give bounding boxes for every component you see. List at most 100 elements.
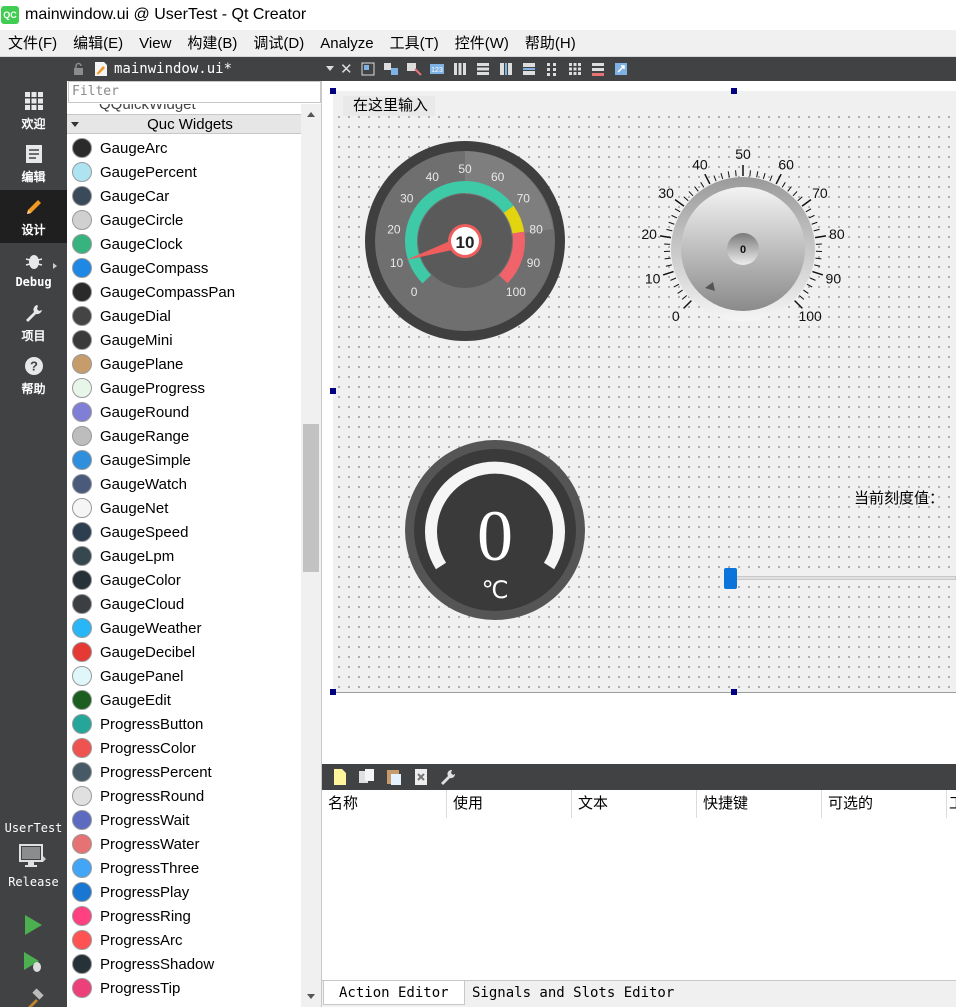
mode-debug[interactable]: Debug <box>0 243 67 296</box>
widget-filter-input[interactable]: Filter <box>68 81 321 103</box>
mode-design[interactable]: 设计 <box>0 190 67 243</box>
mode-help[interactable]: ? 帮助 <box>0 349 67 402</box>
widget-item[interactable]: ProgressArc <box>67 928 301 952</box>
selection-handle[interactable] <box>330 88 336 94</box>
widget-item[interactable]: GaugeClock <box>67 232 301 256</box>
edit-buddies-icon[interactable] <box>406 61 422 77</box>
layout-vertical-icon[interactable] <box>475 61 491 77</box>
unlock-icon[interactable] <box>72 62 86 76</box>
widget-item[interactable]: GaugeWatch <box>67 472 301 496</box>
widget-category-quc[interactable]: Quc Widgets <box>67 114 301 134</box>
close-document-icon[interactable]: ✕ <box>340 60 353 78</box>
paste-action-icon[interactable] <box>385 768 403 786</box>
gauge-knob-widget[interactable]: 0 10 20 30 40 50 60 70 80 90 100 0 <box>633 149 853 325</box>
gauge-arc-widget[interactable]: 0 10 20 30 40 50 60 70 80 90 100 10 <box>363 139 567 343</box>
widget-item[interactable]: ProgressWater <box>67 832 301 856</box>
document-dropdown-icon[interactable] <box>326 66 334 71</box>
new-action-icon[interactable] <box>331 768 349 786</box>
widget-item[interactable]: GaugeColor <box>67 568 301 592</box>
menu-view[interactable]: View <box>131 30 179 57</box>
action-table-body[interactable] <box>322 818 956 980</box>
monitor-icon[interactable] <box>18 842 46 870</box>
widget-item[interactable]: ProgressThree <box>67 856 301 880</box>
widget-item[interactable]: GaugeCircle <box>67 208 301 232</box>
widget-item[interactable]: GaugeCloud <box>67 592 301 616</box>
widget-item[interactable]: GaugePlane <box>67 352 301 376</box>
column-shortcut[interactable]: 快捷键 <box>697 790 822 818</box>
selection-handle[interactable] <box>731 88 737 94</box>
widget-item[interactable]: GaugeEdit <box>67 688 301 712</box>
run-icon[interactable] <box>20 912 46 938</box>
delete-action-icon[interactable] <box>412 768 430 786</box>
widget-item[interactable]: ProgressWait <box>67 808 301 832</box>
widget-item[interactable]: GaugeNet <box>67 496 301 520</box>
column-name[interactable]: 名称 <box>322 790 447 818</box>
layout-form-icon[interactable] <box>544 61 560 77</box>
mode-projects[interactable]: 项目 <box>0 296 67 349</box>
layout-horizontal-icon[interactable] <box>452 61 468 77</box>
widget-item[interactable]: GaugeWeather <box>67 616 301 640</box>
widget-item[interactable]: ProgressRing <box>67 904 301 928</box>
widget-item[interactable]: ProgressButton <box>67 712 301 736</box>
widget-item[interactable]: GaugeDecibel <box>67 640 301 664</box>
widget-item[interactable]: GaugeLpm <box>67 544 301 568</box>
menu-help[interactable]: 帮助(H) <box>517 30 584 57</box>
widget-item[interactable]: ProgressPlay <box>67 880 301 904</box>
widget-item[interactable]: ProgressRound <box>67 784 301 808</box>
layout-splitter-v-icon[interactable] <box>521 61 537 77</box>
column-used[interactable]: 使用 <box>447 790 572 818</box>
widget-item[interactable]: ProgressShadow <box>67 952 301 976</box>
widget-item[interactable]: GaugeProgress <box>67 376 301 400</box>
widget-item[interactable]: GaugeDial <box>67 304 301 328</box>
widget-item[interactable]: GaugePanel <box>67 664 301 688</box>
debug-run-icon[interactable] <box>20 949 46 975</box>
menu-build[interactable]: 构建(B) <box>179 30 245 57</box>
menu-analyze[interactable]: Analyze <box>312 30 381 57</box>
widget-item[interactable]: GaugeCompassPan <box>67 280 301 304</box>
tab-signals-slots-editor[interactable]: Signals and Slots Editor <box>457 981 689 1005</box>
break-layout-icon[interactable] <box>590 61 606 77</box>
widget-item[interactable]: ProgressTip <box>67 976 301 1000</box>
widget-item[interactable]: GaugeRound <box>67 400 301 424</box>
selection-handle[interactable] <box>731 689 737 695</box>
main-window-form[interactable]: 在这里输入 0 10 20 30 40 50 60 70 80 90 100 10 0 10 20 30 4… <box>333 91 956 693</box>
form-menu-type-here[interactable]: 在这里输入 <box>343 96 435 116</box>
edit-widgets-icon[interactable] <box>360 61 376 77</box>
menu-widgets[interactable]: 控件(W) <box>447 30 517 57</box>
widget-item[interactable]: GaugeMini <box>67 328 301 352</box>
value-slider[interactable] <box>728 576 956 580</box>
menu-debug[interactable]: 调试(D) <box>245 30 312 57</box>
column-checkable[interactable]: 可选的 <box>822 790 947 818</box>
gauge-temperature-widget[interactable]: 0 ℃ <box>403 438 587 622</box>
tab-action-editor[interactable]: Action Editor <box>323 981 465 1005</box>
scroll-down-icon[interactable] <box>307 994 315 999</box>
widget-item[interactable]: GaugeArc <box>67 136 301 160</box>
widget-item[interactable]: GaugeCompass <box>67 256 301 280</box>
widget-item[interactable]: GaugeSimple <box>67 448 301 472</box>
slider-handle[interactable] <box>724 568 737 589</box>
menu-file[interactable]: 文件(F) <box>0 30 65 57</box>
widget-item[interactable]: ProgressPercent <box>67 760 301 784</box>
menu-tools[interactable]: 工具(T) <box>382 30 447 57</box>
selection-handle[interactable] <box>330 388 336 394</box>
widget-item[interactable]: GaugeSpeed <box>67 520 301 544</box>
widget-item[interactable]: GaugePercent <box>67 160 301 184</box>
copy-action-icon[interactable] <box>358 768 376 786</box>
widget-item[interactable]: GaugeRange <box>67 424 301 448</box>
menu-edit[interactable]: 编辑(E) <box>65 30 131 57</box>
build-hammer-icon[interactable] <box>20 987 46 1007</box>
selection-handle[interactable] <box>330 689 336 695</box>
configure-icon[interactable] <box>439 768 457 786</box>
layout-splitter-h-icon[interactable] <box>498 61 514 77</box>
mode-welcome[interactable]: 欢迎 <box>0 84 67 137</box>
layout-grid-icon[interactable] <box>567 61 583 77</box>
widget-item[interactable]: ProgressColor <box>67 736 301 760</box>
adjust-size-icon[interactable] <box>613 61 629 77</box>
scroll-thumb[interactable] <box>303 424 319 572</box>
widget-item-partial[interactable]: QQuickWidget <box>99 104 196 113</box>
column-tooltip[interactable]: 工 <box>947 790 956 818</box>
widget-item[interactable]: GaugeCar <box>67 184 301 208</box>
edit-signals-icon[interactable] <box>383 61 399 77</box>
widget-list-scrollbar[interactable] <box>301 104 321 1007</box>
edit-tab-order-icon[interactable]: 123 <box>429 61 445 77</box>
